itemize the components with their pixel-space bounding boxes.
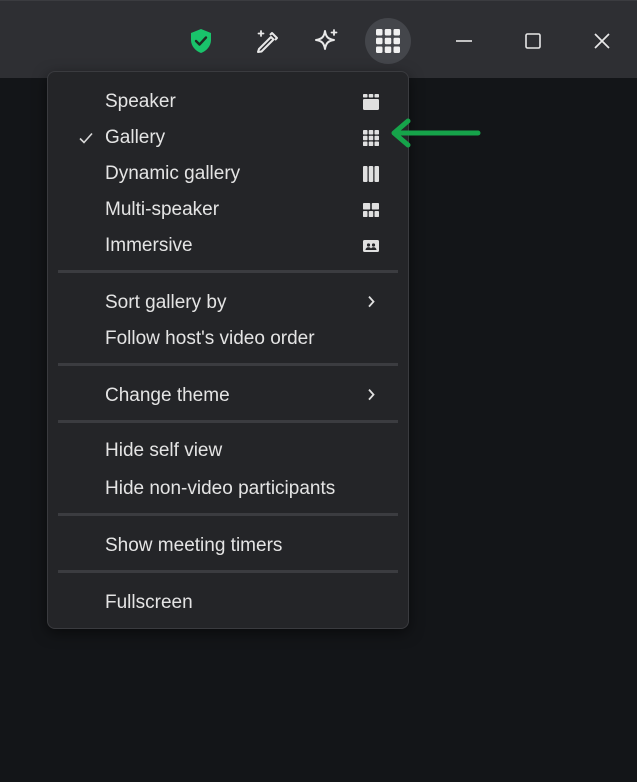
menu-item-speaker[interactable]: Speaker	[48, 85, 408, 119]
menu-item-label: Immersive	[105, 235, 193, 256]
menu-item-label: Gallery	[105, 127, 166, 148]
menu-item-label: Hide non-video participants	[105, 478, 336, 499]
speaker-layout-icon	[362, 93, 380, 111]
menu-item-change-theme[interactable]: Change theme	[48, 379, 408, 413]
menu-item-label: Multi-speaker	[105, 199, 220, 220]
chevron-right-icon	[366, 388, 376, 402]
shield-check-icon[interactable]	[178, 18, 224, 64]
chevron-right-icon	[366, 295, 376, 309]
immersive-icon	[362, 237, 380, 255]
menu-item-label: Fullscreen	[105, 592, 193, 613]
menu-separator	[58, 270, 398, 273]
sparkle-icon[interactable]	[304, 18, 350, 64]
menu-item-immersive[interactable]: Immersive	[48, 229, 408, 263]
magic-pen-icon[interactable]	[244, 18, 290, 64]
menu-item-hide-self-view[interactable]: Hide self view	[48, 434, 408, 468]
grid-view-icon[interactable]	[365, 18, 411, 64]
menu-item-sort-gallery-by[interactable]: Sort gallery by	[48, 286, 408, 320]
menu-item-hide-non-video[interactable]: Hide non-video participants	[48, 472, 408, 506]
menu-item-label: Follow host's video order	[105, 328, 315, 349]
menu-item-label: Speaker	[105, 91, 176, 112]
menu-item-show-meeting-timers[interactable]: Show meeting timers	[48, 529, 408, 563]
menu-separator	[58, 570, 398, 573]
menu-item-gallery[interactable]: Gallery	[48, 121, 408, 155]
menu-item-label: Sort gallery by	[105, 292, 227, 313]
multi-speaker-icon	[362, 201, 380, 219]
title-bar	[0, 0, 637, 78]
checkmark-icon	[78, 130, 94, 146]
menu-item-multi-speaker[interactable]: Multi-speaker	[48, 193, 408, 227]
menu-separator	[58, 363, 398, 366]
menu-item-follow-host-order[interactable]: Follow host's video order	[48, 322, 408, 356]
maximize-icon[interactable]	[515, 23, 551, 59]
menu-item-fullscreen[interactable]: Fullscreen	[48, 586, 408, 620]
close-icon[interactable]	[584, 23, 620, 59]
gallery-layout-icon	[362, 129, 380, 147]
menu-item-label: Change theme	[105, 385, 230, 406]
menu-item-label: Hide self view	[105, 440, 223, 461]
minimize-icon[interactable]	[446, 23, 482, 59]
menu-item-label: Dynamic gallery	[105, 163, 241, 184]
dynamic-gallery-icon	[362, 165, 380, 183]
menu-item-label: Show meeting timers	[105, 535, 283, 556]
menu-separator	[58, 420, 398, 423]
view-menu: Speaker Gallery Dynamic gallery Multi-sp…	[47, 71, 409, 629]
menu-separator	[58, 513, 398, 516]
menu-item-dynamic-gallery[interactable]: Dynamic gallery	[48, 157, 408, 191]
annotation-arrow-icon	[391, 118, 481, 148]
